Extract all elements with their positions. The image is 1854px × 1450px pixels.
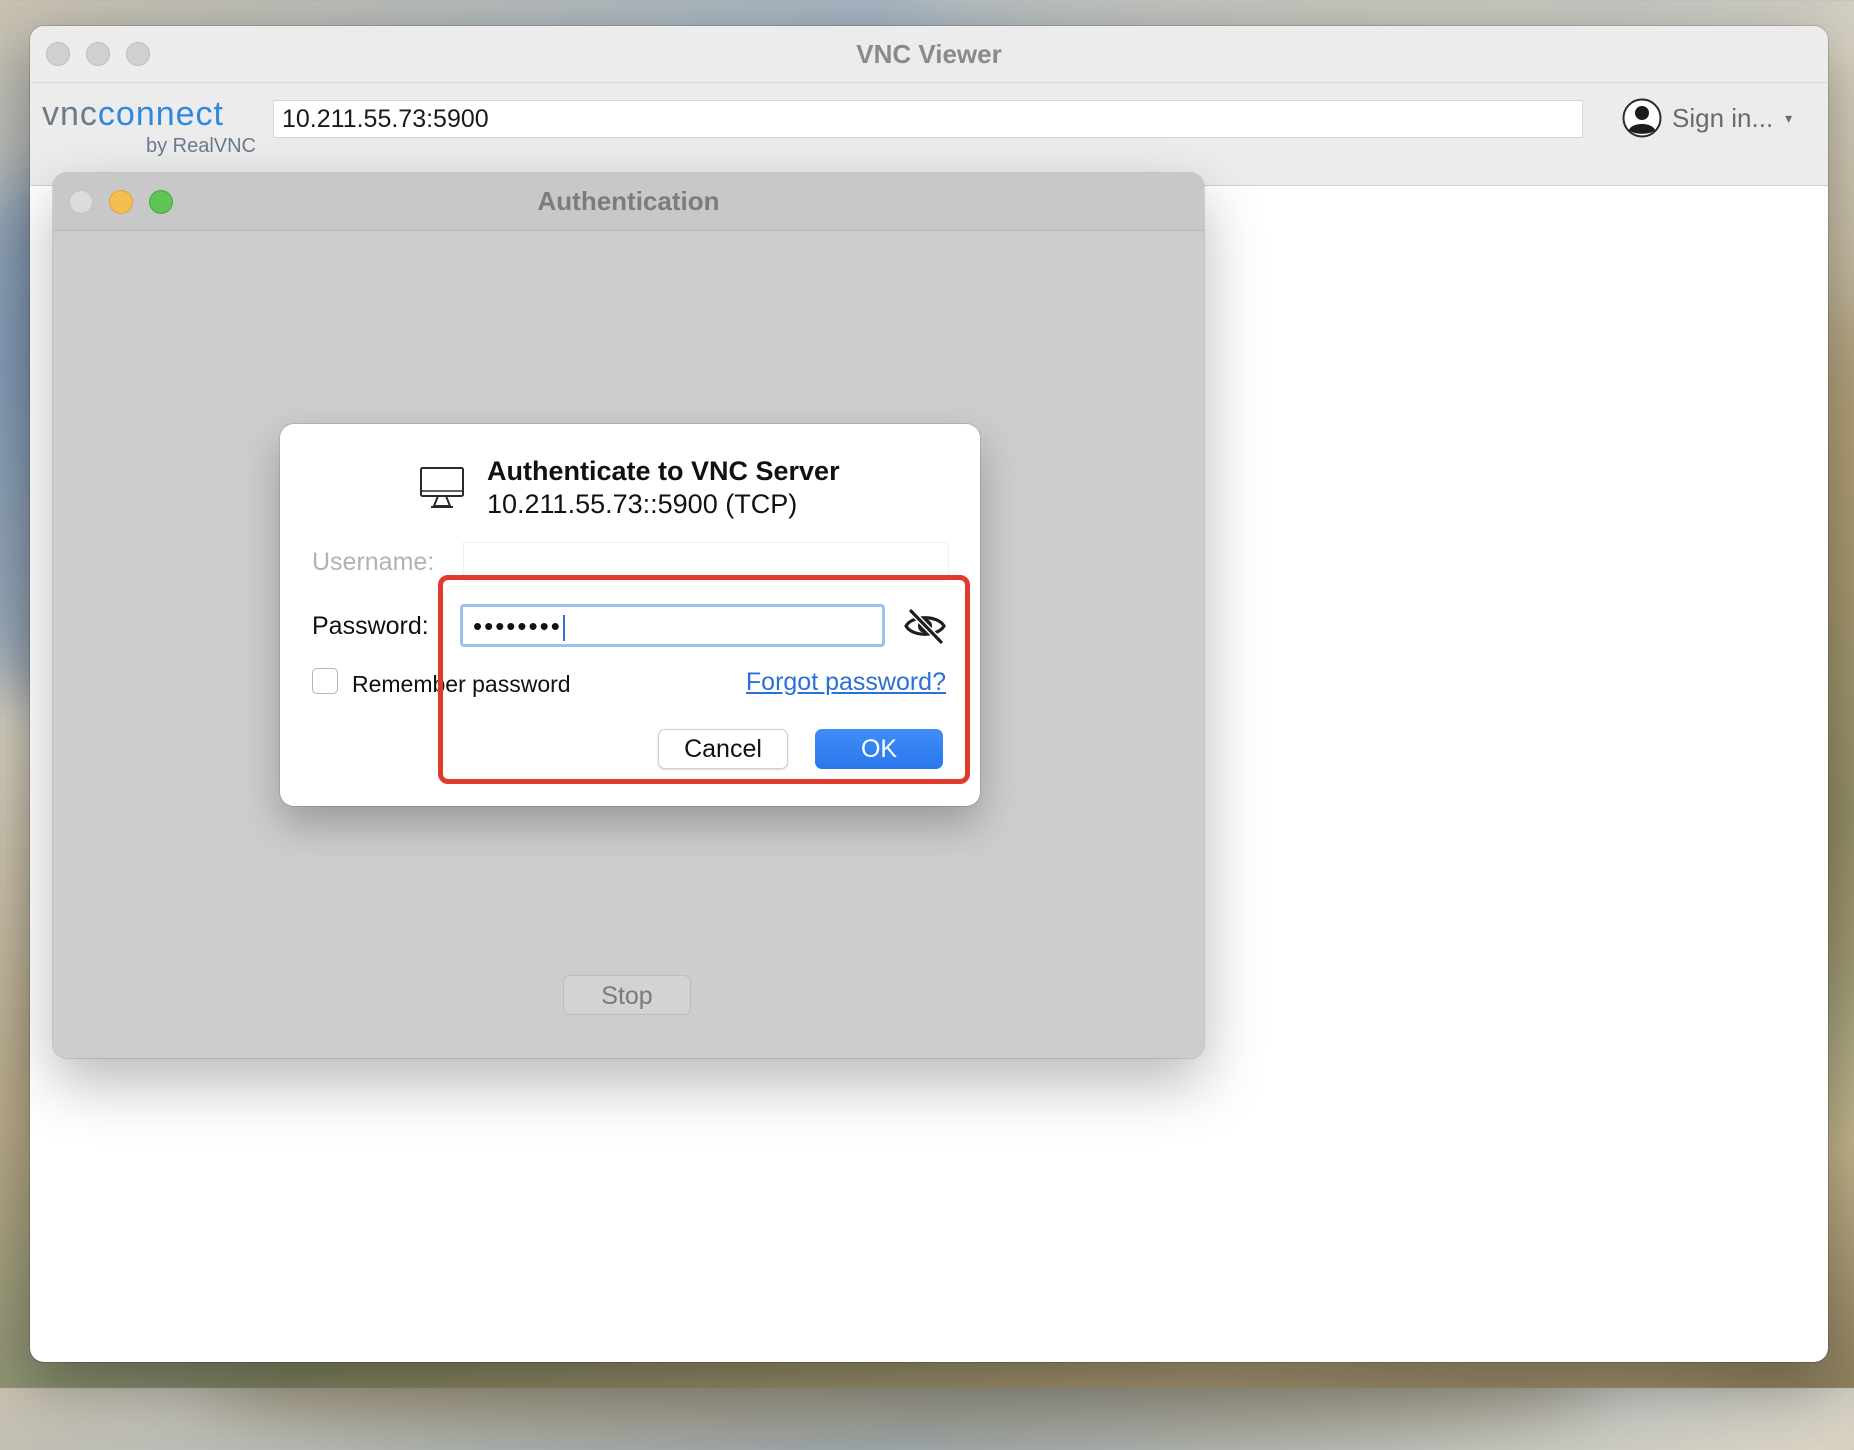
logo-byline: by RealVNC [145,135,256,157]
minimize-window-button[interactable] [109,190,133,214]
sign-in-label: Sign in... [1672,102,1774,133]
username-label: Username: [312,548,435,576]
logo-vnc-text: vnc [42,95,98,133]
sign-in-menu[interactable]: Sign in... ▾ [1622,95,1792,141]
window-title: VNC Viewer [856,38,1002,69]
zoom-window-button[interactable] [126,42,150,66]
remember-password-checkbox[interactable] [312,668,338,694]
chevron-down-icon: ▾ [1785,109,1793,126]
monitor-icon [420,467,464,508]
vnc-connect-logo: vncconnect by RealVNC [42,97,256,157]
window-controls [69,190,173,214]
authentication-titlebar: Authentication [53,173,1204,231]
eye-slash-icon[interactable] [903,606,947,646]
logo-connect-text: connect [97,95,225,133]
close-window-button[interactable] [46,42,70,66]
password-label: Password: [312,612,429,640]
password-field[interactable]: •••••••• [460,604,885,647]
stop-button[interactable]: Stop [563,975,691,1015]
close-window-button[interactable] [69,190,93,214]
forgot-password-link[interactable]: Forgot password? [746,668,946,697]
remember-password-label[interactable]: Remember password [352,671,571,698]
minimize-window-button[interactable] [86,42,110,66]
window-titlebar: VNC Viewer [30,26,1828,83]
password-value: •••••••• [473,611,562,641]
authenticate-dialog: Authenticate to VNC Server 10.211.55.73:… [280,424,980,806]
cancel-button[interactable]: Cancel [658,729,788,769]
ok-button[interactable]: OK [815,729,943,769]
text-cursor [562,615,565,642]
window-controls [46,42,150,66]
dialog-title: Authenticate to VNC Server [487,456,840,486]
dialog-server-address: 10.211.55.73::5900 (TCP) [487,489,798,519]
username-field [463,542,949,582]
authentication-title: Authentication [537,186,720,216]
user-avatar-icon [1622,98,1662,138]
address-input[interactable] [273,100,1583,138]
toolbar: vncconnect by RealVNC Sign in... ▾ [30,83,1828,186]
zoom-window-button[interactable] [149,190,173,214]
